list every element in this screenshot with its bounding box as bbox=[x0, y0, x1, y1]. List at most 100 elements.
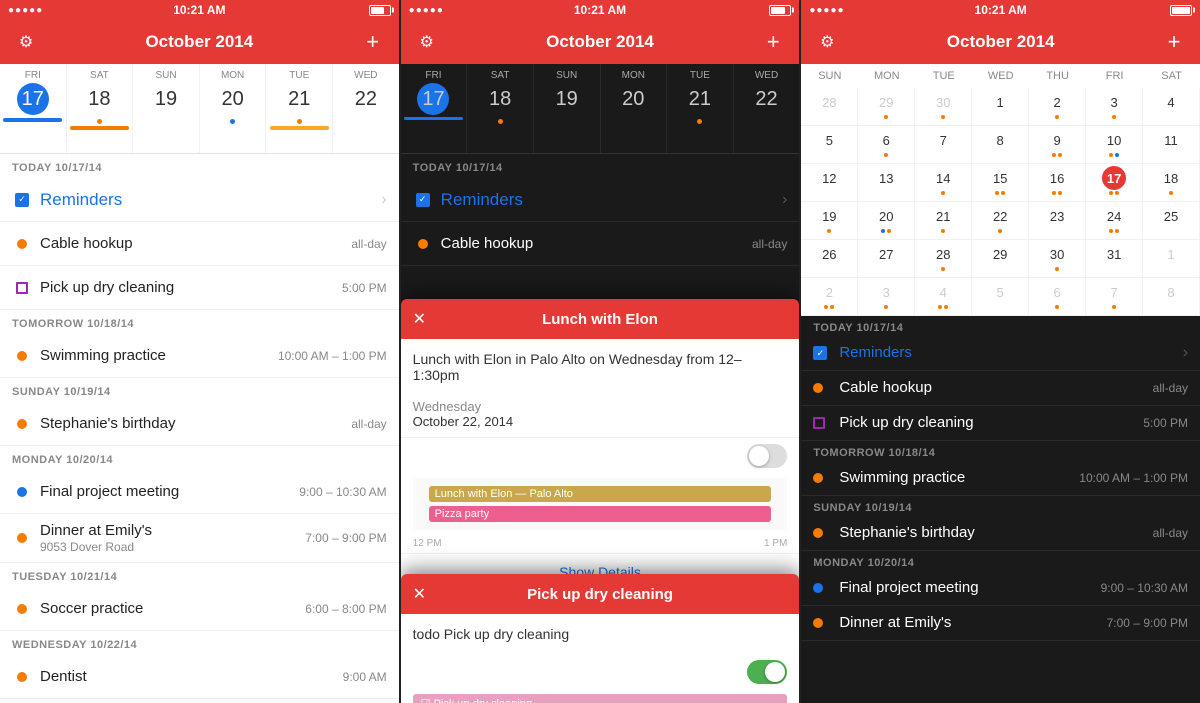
cal-day-sun[interactable]: SUN 19 bbox=[133, 64, 200, 153]
day-num: 21 bbox=[684, 83, 716, 115]
month-cell[interactable]: 22 bbox=[972, 202, 1029, 240]
month-cell[interactable]: 28 bbox=[915, 240, 972, 278]
all-day-toggle[interactable] bbox=[747, 444, 787, 468]
event-cable[interactable]: Cable hookup all-day bbox=[0, 222, 399, 266]
month-cell[interactable]: 8 bbox=[1143, 278, 1200, 316]
completed-toggle[interactable] bbox=[747, 660, 787, 684]
day-num: 22 bbox=[350, 83, 382, 115]
cal-day-fri[interactable]: FRI 17 bbox=[0, 64, 67, 153]
month-cell[interactable]: 24 bbox=[1086, 202, 1143, 240]
month-cell[interactable]: 3 bbox=[858, 278, 915, 316]
gear-icon-2[interactable]: ⚙ bbox=[413, 28, 441, 56]
day-num-today: 17 bbox=[17, 83, 49, 115]
month-cell[interactable]: 1 bbox=[1143, 240, 1200, 278]
event-title: Dentist bbox=[40, 668, 87, 685]
cal-day-wed-2[interactable]: WED 22 bbox=[734, 64, 800, 153]
cal-day-wed[interactable]: WED 22 bbox=[333, 64, 399, 153]
reminders-row-2[interactable]: Reminders › bbox=[401, 178, 800, 222]
check-icon-3 bbox=[813, 346, 827, 360]
month-cell[interactable]: 3 bbox=[1086, 88, 1143, 126]
event-birthday-3[interactable]: Stephanie's birthday all-day bbox=[801, 516, 1200, 551]
gear-icon-1[interactable]: ⚙ bbox=[12, 28, 40, 56]
drycleaning-close-icon[interactable]: ✕ bbox=[413, 584, 426, 604]
month-cell[interactable]: 27 bbox=[858, 240, 915, 278]
month-cell[interactable]: 4 bbox=[1143, 88, 1200, 126]
cal-day-sat-2[interactable]: SAT 18 bbox=[467, 64, 534, 153]
month-cell[interactable]: 6 bbox=[1029, 278, 1086, 316]
time-1: 10:21 AM bbox=[173, 3, 225, 17]
month-cell[interactable]: 15 bbox=[972, 164, 1029, 202]
add-icon-2[interactable]: + bbox=[759, 28, 787, 56]
month-cell[interactable]: 31 bbox=[1086, 240, 1143, 278]
event-cable-2[interactable]: Cable hookup all-day bbox=[401, 222, 800, 266]
day-name: FRI bbox=[25, 70, 41, 81]
event-cable-3[interactable]: Cable hookup all-day bbox=[801, 371, 1200, 406]
cal-day-mon[interactable]: MON 20 bbox=[200, 64, 267, 153]
month-cell[interactable]: 17 bbox=[1086, 164, 1143, 202]
cal-day-tue[interactable]: TUE 21 bbox=[266, 64, 333, 153]
event-drycleaning[interactable]: Pick up dry cleaning 5:00 PM bbox=[0, 266, 399, 310]
event-swimming-3[interactable]: Swimming practice 10:00 AM – 1:00 PM bbox=[801, 461, 1200, 496]
month-cell[interactable]: 19 bbox=[801, 202, 858, 240]
event-swimming[interactable]: Swimming practice 10:00 AM – 1:00 PM bbox=[0, 334, 399, 378]
month-cell[interactable]: 5 bbox=[972, 278, 1029, 316]
lunch-close-icon[interactable]: ✕ bbox=[413, 309, 426, 329]
month-cell[interactable]: 9 bbox=[1029, 126, 1086, 164]
event-time: all-day bbox=[752, 237, 787, 251]
month-cell[interactable]: 18 bbox=[1143, 164, 1200, 202]
month-cell[interactable]: 7 bbox=[915, 126, 972, 164]
month-cell[interactable]: 2 bbox=[1029, 88, 1086, 126]
month-cell[interactable]: 26 bbox=[801, 240, 858, 278]
month-cell[interactable]: 28 bbox=[801, 88, 858, 126]
event-title: Pick up dry cleaning bbox=[40, 279, 174, 296]
month-cell[interactable]: 4 bbox=[915, 278, 972, 316]
cal-day-mon-2[interactable]: MON 20 bbox=[601, 64, 668, 153]
reminders-label-2: Reminders bbox=[441, 190, 782, 210]
event-soccer[interactable]: Soccer practice 6:00 – 8:00 PM bbox=[0, 587, 399, 631]
month-cell[interactable]: 11 bbox=[1143, 126, 1200, 164]
month-cell[interactable]: 5 bbox=[801, 126, 858, 164]
lunch-card-title: Lunch with Elon bbox=[542, 311, 658, 328]
time-3: 10:21 AM bbox=[975, 3, 1027, 17]
day-name: MON bbox=[622, 70, 645, 81]
month-cell[interactable]: 14 bbox=[915, 164, 972, 202]
month-cell[interactable]: 2 bbox=[801, 278, 858, 316]
cal-day-sun-2[interactable]: SUN 19 bbox=[534, 64, 601, 153]
month-cell[interactable]: 20 bbox=[858, 202, 915, 240]
month-cell[interactable]: 6 bbox=[858, 126, 915, 164]
month-cell[interactable]: 30 bbox=[915, 88, 972, 126]
event-dentist[interactable]: Dentist 9:00 AM bbox=[0, 655, 399, 699]
add-icon-3[interactable]: + bbox=[1160, 28, 1188, 56]
month-cell[interactable]: 23 bbox=[1029, 202, 1086, 240]
event-time: 6:00 – 8:00 PM bbox=[305, 602, 386, 616]
month-cell[interactable]: 29 bbox=[858, 88, 915, 126]
event-title: Soccer practice bbox=[40, 600, 143, 617]
event-dinner[interactable]: Dinner at Emily's 9053 Dover Road 7:00 –… bbox=[0, 514, 399, 563]
gear-icon-3[interactable]: ⚙ bbox=[813, 28, 841, 56]
month-cell[interactable]: 16 bbox=[1029, 164, 1086, 202]
cal-day-tue-2[interactable]: TUE 21 bbox=[667, 64, 734, 153]
month-cell[interactable]: 1 bbox=[972, 88, 1029, 126]
event-meeting-3[interactable]: Final project meeting 9:00 – 10:30 AM bbox=[801, 571, 1200, 606]
event-drycleaning-3[interactable]: Pick up dry cleaning 5:00 PM bbox=[801, 406, 1200, 441]
cal-day-sat[interactable]: SAT 18 bbox=[67, 64, 134, 153]
month-cell[interactable]: 10 bbox=[1086, 126, 1143, 164]
month-cell[interactable]: 7 bbox=[1086, 278, 1143, 316]
reminders-row-3[interactable]: Reminders › bbox=[801, 336, 1200, 371]
status-bar-1: ●●●●● 10:21 AM bbox=[0, 0, 399, 20]
add-icon-1[interactable]: + bbox=[359, 28, 387, 56]
month-cell[interactable]: 25 bbox=[1143, 202, 1200, 240]
month-cell[interactable]: 21 bbox=[915, 202, 972, 240]
reminders-row-1[interactable]: Reminders › bbox=[0, 178, 399, 222]
month-cell[interactable]: 13 bbox=[858, 164, 915, 202]
dot-orange bbox=[418, 239, 428, 249]
month-cell[interactable]: 30 bbox=[1029, 240, 1086, 278]
month-cell[interactable]: 29 bbox=[972, 240, 1029, 278]
month-cell[interactable]: 12 bbox=[801, 164, 858, 202]
event-birthday[interactable]: Stephanie's birthday all-day bbox=[0, 402, 399, 446]
day-name: SUN bbox=[155, 70, 176, 81]
cal-day-fri-2[interactable]: FRI 17 bbox=[401, 64, 468, 153]
event-meeting[interactable]: Final project meeting 9:00 – 10:30 AM bbox=[0, 470, 399, 514]
month-cell[interactable]: 8 bbox=[972, 126, 1029, 164]
event-dinner-3[interactable]: Dinner at Emily's 7:00 – 9:00 PM bbox=[801, 606, 1200, 641]
